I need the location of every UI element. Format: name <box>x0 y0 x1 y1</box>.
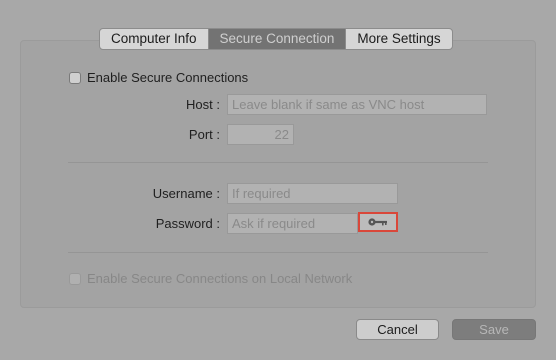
port-label: Port : <box>188 127 220 142</box>
tab-more-settings[interactable]: More Settings <box>346 29 451 49</box>
host-label: Host : <box>186 97 220 112</box>
key-icon <box>368 218 387 226</box>
password-input[interactable] <box>227 213 358 234</box>
divider <box>68 162 488 163</box>
cancel-button[interactable]: Cancel <box>356 319 439 340</box>
tab-computer-info[interactable]: Computer Info <box>100 29 209 49</box>
port-input[interactable] <box>227 124 294 145</box>
tab-bar: Computer Info Secure Connection More Set… <box>99 28 453 50</box>
username-label: Username : <box>152 186 220 201</box>
divider <box>68 252 488 253</box>
host-input[interactable] <box>227 94 487 115</box>
save-button[interactable]: Save <box>452 319 536 340</box>
local-network-checkbox[interactable] <box>69 273 81 285</box>
password-label: Password : <box>155 216 220 231</box>
enable-secure-checkbox[interactable] <box>69 72 81 84</box>
keychain-button[interactable] <box>358 212 398 232</box>
enable-secure-label: Enable Secure Connections <box>87 70 249 85</box>
tab-secure-connection[interactable]: Secure Connection <box>208 29 347 49</box>
username-input[interactable] <box>227 183 398 204</box>
local-network-label: Enable Secure Connections on Local Netwo… <box>87 271 353 286</box>
